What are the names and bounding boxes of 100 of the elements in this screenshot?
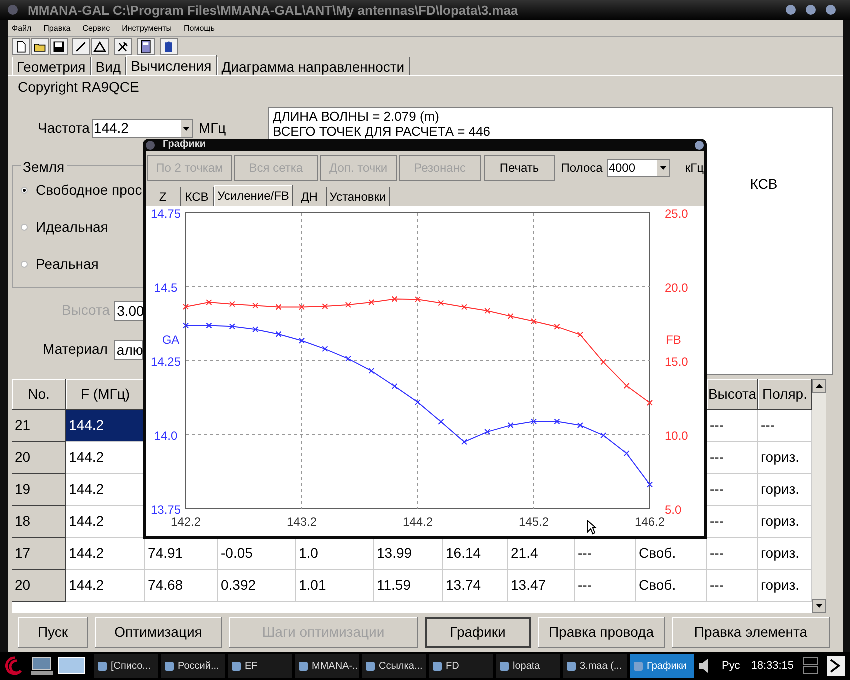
- taskbar-item[interactable]: Россий...: [161, 654, 225, 678]
- taskbar-item[interactable]: Графики: [630, 654, 694, 678]
- point: [183, 304, 189, 310]
- point: [229, 324, 236, 330]
- band-dropdown[interactable]: 4000: [606, 159, 670, 177]
- language-indicator[interactable]: Рус: [722, 658, 740, 674]
- tab[interactable]: Вид: [90, 57, 126, 75]
- table-cell: Своб.: [636, 570, 707, 602]
- copyright-text: Copyright RA9QCE: [18, 78, 140, 97]
- point: [322, 346, 328, 352]
- point: [415, 296, 421, 303]
- point: [508, 422, 514, 429]
- column-header[interactable]: Высота: [707, 379, 758, 410]
- taskbar-item[interactable]: Ссылка...: [362, 654, 426, 678]
- table-cell: 144.2: [66, 570, 145, 602]
- scrollbar[interactable]: [812, 379, 826, 613]
- app-icon: [299, 662, 308, 670]
- taskbar-item[interactable]: 3.maa (...: [563, 654, 627, 678]
- radio-label[interactable]: Свободное прос: [36, 180, 142, 201]
- column-header[interactable]: No.: [12, 379, 66, 410]
- point: [252, 302, 259, 309]
- radio-button[interactable]: [21, 261, 28, 268]
- radio-label[interactable]: Идеальная: [36, 217, 108, 238]
- axis-tick-label: 13.75: [150, 503, 182, 517]
- axis-tick-label: 10.0: [665, 429, 688, 443]
- action-button[interactable]: Правка элемента: [672, 617, 830, 648]
- column-header[interactable]: F (МГц): [66, 379, 145, 410]
- minimize-button[interactable]: [786, 5, 796, 15]
- radio-button[interactable]: [21, 187, 28, 194]
- taskbar-item[interactable]: lopata: [496, 654, 560, 678]
- tab[interactable]: Установки: [327, 187, 390, 206]
- maximize-button[interactable]: [806, 5, 816, 15]
- point: [461, 304, 468, 310]
- action-button[interactable]: Правка провода: [538, 617, 665, 648]
- table-cell: ---: [707, 410, 758, 442]
- tab[interactable]: Вычисления: [126, 55, 217, 75]
- taskbar-item[interactable]: [Списо...: [94, 654, 158, 678]
- table-cell: 0.392: [218, 570, 296, 602]
- menu-item[interactable]: Правка: [44, 25, 71, 33]
- radio-button[interactable]: [21, 224, 28, 231]
- point: [438, 418, 444, 425]
- point: [299, 304, 305, 310]
- tab[interactable]: Геометрия: [12, 57, 91, 75]
- menu-item[interactable]: Сервис: [82, 25, 110, 33]
- row-header: 17: [12, 538, 66, 570]
- axis-tick-label: 15.0: [665, 355, 688, 369]
- action-button[interactable]: Пуск: [18, 617, 88, 648]
- row-header: 21: [12, 410, 66, 442]
- triangle-icon[interactable]: [91, 38, 109, 55]
- app-icon: [98, 662, 107, 670]
- axis-tick-label: 144.2: [402, 515, 434, 529]
- scroll-down-icon[interactable]: [812, 599, 826, 613]
- table-cell: ---: [707, 442, 758, 474]
- app-icon: [500, 662, 509, 670]
- tab[interactable]: Диаграмма направленности: [216, 57, 410, 75]
- field-label: Материал: [43, 340, 108, 359]
- app-icon: [8, 5, 18, 15]
- calculator-icon[interactable]: [137, 38, 155, 55]
- point: [508, 313, 514, 320]
- close-button[interactable]: [695, 140, 704, 150]
- close-button[interactable]: [826, 5, 836, 15]
- scroll-up-icon[interactable]: [812, 379, 826, 393]
- hammer-icon[interactable]: [114, 38, 132, 55]
- app-icon: [366, 662, 375, 670]
- menu-item[interactable]: Файл: [12, 25, 32, 33]
- tab[interactable]: Усиление/FB: [214, 185, 293, 206]
- menu-item[interactable]: Помощь: [184, 25, 215, 33]
- computer-icon[interactable]: [29, 655, 55, 677]
- table-cell: ---: [758, 410, 812, 442]
- workspace-icon[interactable]: [803, 657, 820, 675]
- app-icon: [567, 662, 576, 670]
- point: [577, 422, 584, 429]
- point: [415, 399, 421, 406]
- column-header[interactable]: Поляр.: [758, 379, 812, 410]
- point: [206, 322, 212, 329]
- point: [600, 432, 607, 439]
- taskbar-item[interactable]: MMANA-...: [295, 654, 359, 678]
- input-field[interactable]: алю: [114, 340, 143, 360]
- axis-tick-label: 143.2: [286, 515, 318, 529]
- series-label: GA: [162, 333, 180, 347]
- menu-item[interactable]: Инструменты: [122, 25, 172, 33]
- table-cell: гориз.: [758, 506, 812, 538]
- app-icon: [232, 662, 241, 670]
- point: [392, 383, 398, 390]
- point: [577, 332, 584, 338]
- figure-icon[interactable]: [160, 38, 178, 55]
- point: [600, 359, 607, 366]
- frequency-dropdown[interactable]: 144.2: [92, 119, 193, 138]
- action-button[interactable]: Оптимизация: [95, 617, 222, 648]
- toolbar-button[interactable]: Печать: [484, 155, 556, 181]
- new-file-icon[interactable]: [12, 38, 30, 55]
- radio-label[interactable]: Реальная: [36, 254, 99, 275]
- desktop-icon[interactable]: [58, 656, 86, 676]
- taskbar-item[interactable]: FD: [429, 654, 493, 678]
- action-button[interactable]: Графики: [425, 617, 531, 648]
- floppy-icon[interactable]: [50, 38, 68, 55]
- table-cell: -0.05: [218, 538, 296, 570]
- taskbar-item[interactable]: EF: [228, 654, 292, 678]
- point: [624, 450, 630, 457]
- folder-icon[interactable]: [31, 38, 49, 55]
